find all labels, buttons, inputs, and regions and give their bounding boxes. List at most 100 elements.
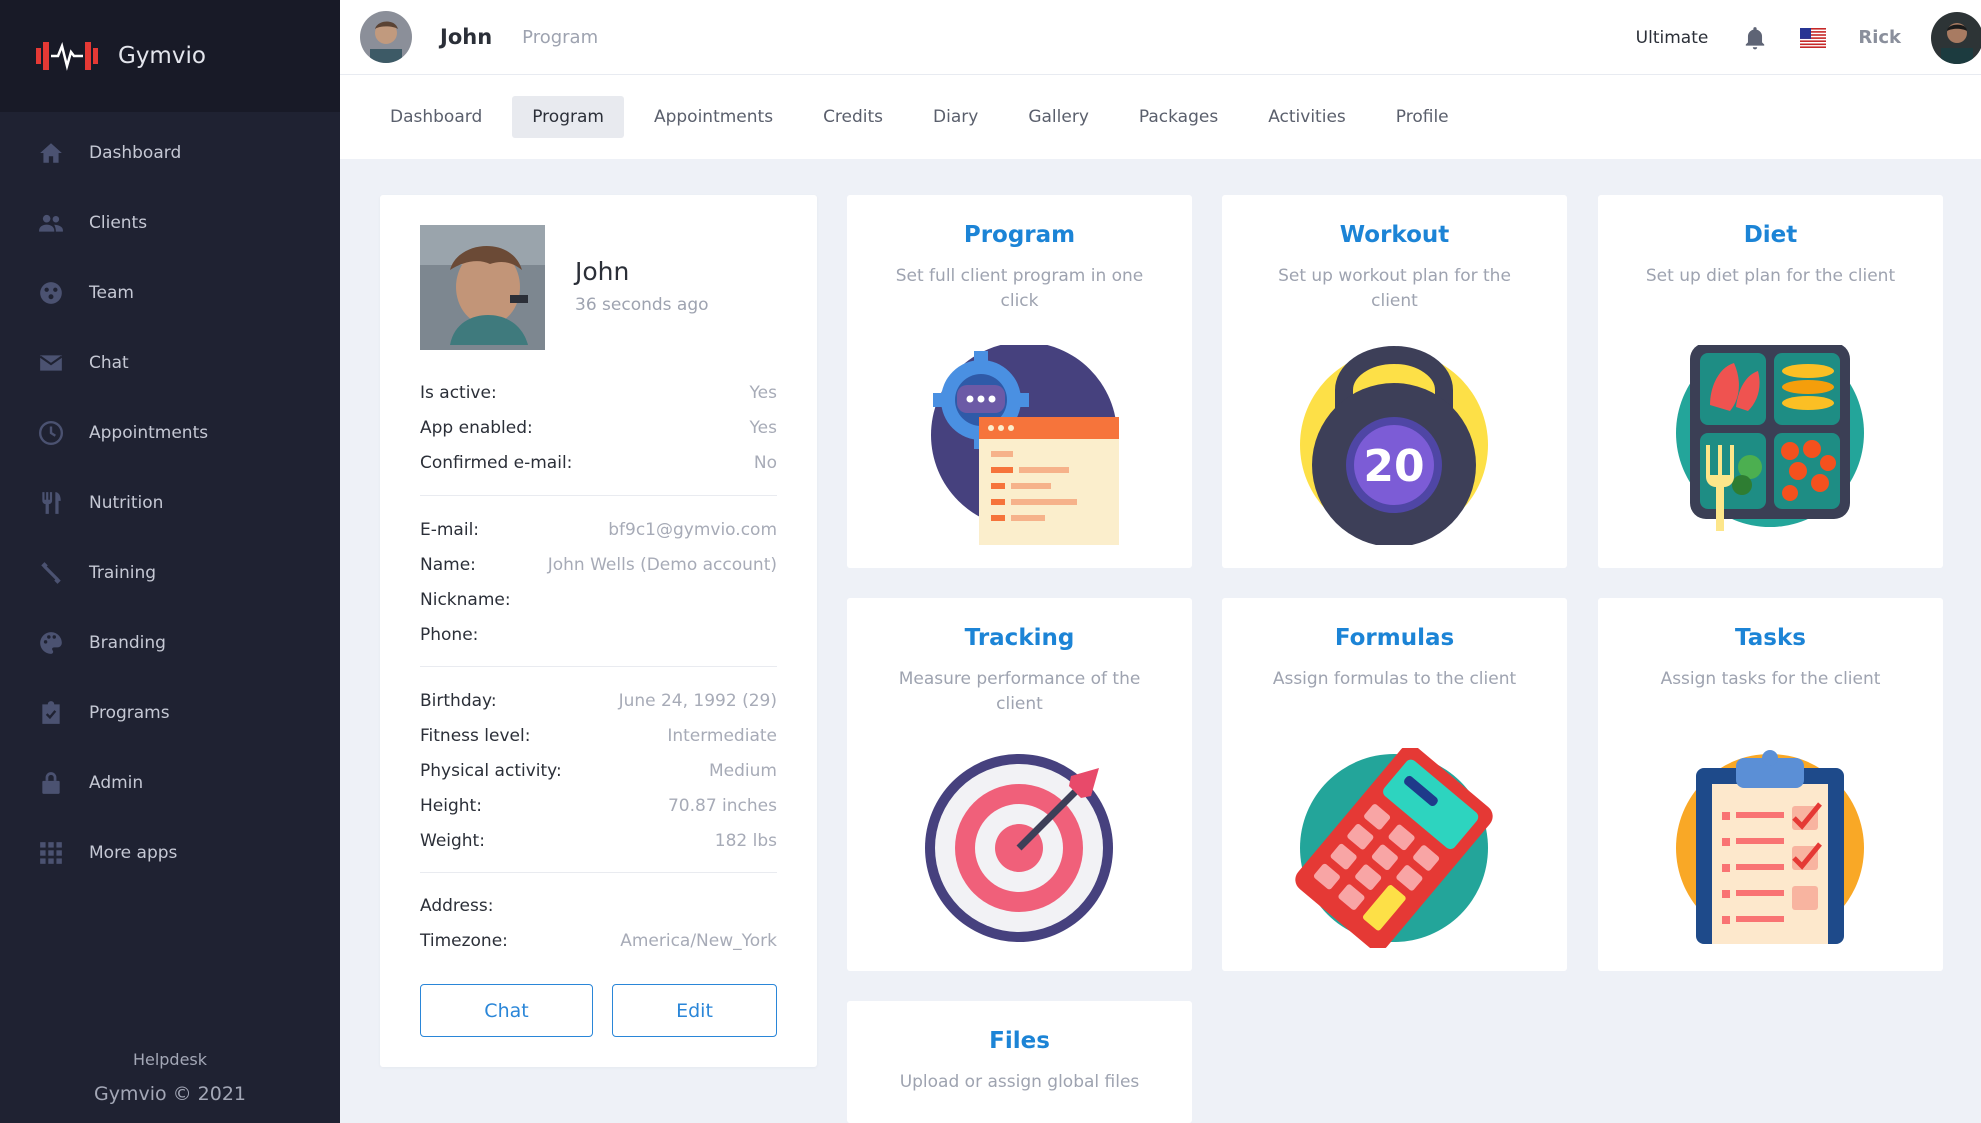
clock-icon [38,420,64,446]
sidebar-item-clients[interactable]: Clients [0,188,340,258]
sidebar-item-dashboard[interactable]: Dashboard [0,118,340,188]
program-card[interactable]: Program Set full client program in one c… [847,195,1192,568]
sidebar-item-programs[interactable]: Programs [0,678,340,748]
food-tray-icon [1676,345,1864,531]
sidebar-item-label: Programs [89,703,170,723]
divider [420,872,777,873]
sidebar-item-appointments[interactable]: Appointments [0,398,340,468]
info-row: Nickname: [420,582,777,617]
profile-name: John [575,257,630,286]
field-label: Birthday: [420,690,497,711]
tab-profile[interactable]: Profile [1376,96,1469,138]
tasks-card[interactable]: Tasks Assign tasks for the client [1598,598,1943,971]
tab-packages[interactable]: Packages [1119,96,1238,138]
card-title: Workout [1339,222,1450,248]
field-value: Yes [749,382,777,403]
body-info: Birthday: June 24, 1992 (29) Fitness leve… [420,683,777,858]
info-row: E-mail: bf9c1@gymvio.com [420,512,777,547]
divider [420,495,777,496]
field-value: Medium [709,760,777,781]
us-flag-icon[interactable] [1800,27,1827,48]
info-row: Weight: 182 lbs [420,823,777,858]
topbar: John Program Ultimate Rick [340,0,1981,75]
tab-diary[interactable]: Diary [913,96,998,138]
bell-icon[interactable] [1742,25,1768,51]
tab-program[interactable]: Program [512,96,624,138]
sidebar-item-admin[interactable]: Admin [0,748,340,818]
card-description: Upload or assign global files [899,1072,1140,1092]
field-value: 182 lbs [714,830,777,851]
tab-appointments[interactable]: Appointments [634,96,793,138]
utensils-icon [38,490,64,516]
dumbbell-icon [38,560,64,586]
sidebar-item-training[interactable]: Training [0,538,340,608]
card-title: Tracking [964,625,1075,651]
brand-logo-icon [36,41,98,71]
field-value: bf9c1@gymvio.com [608,519,777,540]
tab-dashboard[interactable]: Dashboard [370,96,502,138]
info-row: Timezone: America/New_York [420,923,777,958]
users-icon [38,210,64,236]
card-description: Assign formulas to the client [1272,669,1517,689]
info-row: Name: John Wells (Demo account) [420,547,777,582]
grid-icon [38,840,64,866]
sidebar-nav: Dashboard Clients Team Chat Appointments… [0,112,340,888]
card-title: Files [989,1028,1050,1054]
formulas-card[interactable]: Formulas Assign formulas to the client [1222,598,1567,971]
info-row: Confirmed e-mail: No [420,445,777,480]
program-gear-icon [931,345,1119,545]
brand[interactable]: Gymvio [0,0,340,112]
sidebar-item-more-apps[interactable]: More apps [0,818,340,888]
sidebar-item-chat[interactable]: Chat [0,328,340,398]
client-profile-card: John 36 seconds ago Is active: Yes App en… [380,195,817,1067]
diet-card[interactable]: Diet Set up diet plan for the client [1598,195,1943,568]
calculator-icon [1295,748,1493,948]
sidebar: Gymvio Dashboard Clients Team Chat Appoi… [0,0,340,1123]
field-label: Timezone: [420,930,508,951]
chat-button[interactable]: Chat [420,984,593,1037]
tab-gallery[interactable]: Gallery [1008,96,1109,138]
workout-card[interactable]: Workout Set up workout plan for the clie… [1222,195,1567,568]
sidebar-item-nutrition[interactable]: Nutrition [0,468,340,538]
workout-badge: 20 [1363,441,1424,492]
clipboard-icon [1676,750,1864,944]
mail-icon [38,350,64,376]
field-label: Confirmed e-mail: [420,452,573,473]
info-row: Fitness level: Intermediate [420,718,777,753]
edit-button[interactable]: Edit [612,984,777,1037]
divider [420,666,777,667]
sidebar-item-team[interactable]: Team [0,258,340,328]
client-avatar[interactable] [360,11,412,63]
card-title: Tasks [1735,625,1806,651]
field-label: Physical activity: [420,760,562,781]
helpdesk-link[interactable]: Helpdesk [0,1050,340,1069]
card-description: Set up diet plan for the client [1645,266,1896,286]
tab-activities[interactable]: Activities [1248,96,1366,138]
info-row: Phone: [420,617,777,652]
sidebar-item-label: Clients [89,213,148,233]
tracking-card[interactable]: Tracking Measure performance of the clie… [847,598,1192,971]
sidebar-footer: Helpdesk Gymvio © 2021 [0,1050,340,1105]
brand-name: Gymvio [118,43,206,69]
username[interactable]: Rick [1858,27,1901,48]
field-value: Intermediate [667,725,777,746]
field-value: 70.87 inches [667,795,777,816]
kettlebell-icon: 20 [1300,346,1488,545]
client-name: John [440,25,493,49]
field-label: Address: [420,895,494,916]
field-label: Nickname: [420,589,511,610]
files-card[interactable]: Files Upload or assign global files [847,1001,1192,1123]
plan-label[interactable]: Ultimate [1636,28,1709,48]
tabbar: Dashboard Program Appointments Credits D… [340,75,1981,159]
sidebar-item-label: Chat [89,353,129,373]
current-section: Program [522,26,599,48]
info-row: Address: [420,888,777,923]
user-avatar[interactable] [1931,11,1981,64]
field-label: Is active: [420,382,497,403]
tab-credits[interactable]: Credits [803,96,903,138]
sidebar-item-label: Nutrition [89,493,164,513]
card-title: Formulas [1334,625,1455,651]
sidebar-item-branding[interactable]: Branding [0,608,340,678]
field-label: Name: [420,554,476,575]
target-icon [925,754,1113,942]
